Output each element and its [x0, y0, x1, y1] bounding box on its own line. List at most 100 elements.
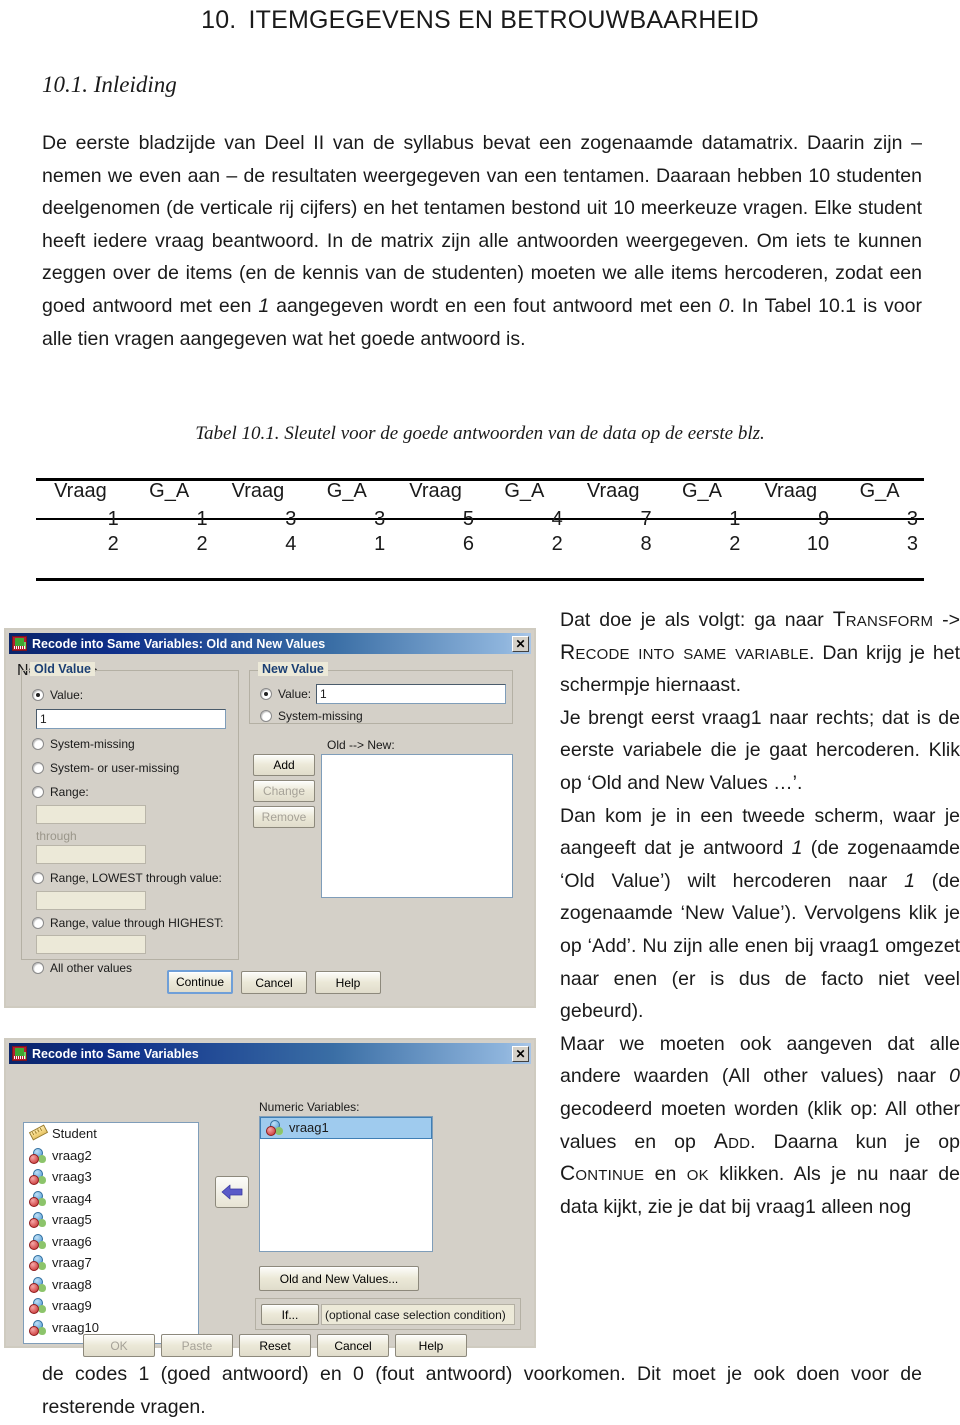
ok-button-label: OK	[110, 1338, 128, 1353]
old-range-highest-input[interactable]	[36, 935, 146, 954]
old-range-from-input[interactable]	[36, 805, 146, 824]
list-item[interactable]: vraag7	[24, 1252, 198, 1274]
add-button-label: Add	[273, 758, 295, 772]
document-page: 10. ITEMGEGEVENS EN BETROUWBAARHEID 10.1.…	[0, 0, 960, 1425]
move-variable-button[interactable]	[215, 1176, 249, 1208]
action-continue: Continue	[560, 1162, 645, 1186]
radio-knob-icon	[32, 872, 44, 884]
table-cell: 2	[551, 533, 563, 555]
new-value-group: New Value Value: 1 System-missing	[249, 662, 513, 724]
source-variable-list[interactable]: Student vraag2 vraag3 vraag4 vraag5 vraa…	[23, 1122, 199, 1344]
action-ok: ok	[686, 1162, 709, 1186]
radio-knob-icon	[260, 710, 272, 722]
old-range-lowest-input[interactable]	[36, 891, 146, 910]
spss-dialog-old-and-new-values: Recode into Same Variables: Old and New …	[4, 628, 536, 1008]
radio-old-range-lowest[interactable]: Range, LOWEST through value:	[32, 871, 222, 885]
list-item[interactable]: vraag8	[24, 1274, 198, 1296]
radio-knob-icon	[32, 689, 44, 701]
list-item[interactable]: vraag9	[24, 1295, 198, 1317]
radio-knob-icon	[32, 786, 44, 798]
radio-knob-icon	[32, 762, 44, 774]
table-cell: 5	[462, 508, 474, 530]
new-value-input[interactable]: 1	[316, 684, 506, 704]
continue-button[interactable]: Continue	[167, 970, 233, 994]
list-item[interactable]: vraag6	[24, 1231, 198, 1253]
close-icon[interactable]: ✕	[512, 635, 529, 652]
ok-button[interactable]: OK	[83, 1334, 155, 1357]
dialog-titlebar[interactable]: Recode into Same Variables: Old and New …	[9, 633, 531, 654]
radio-label: Range, value through HIGHEST:	[50, 916, 224, 930]
old-and-new-values-button[interactable]: Old and New Values...	[259, 1266, 419, 1291]
chapter-number: 10.	[201, 6, 237, 34]
cancel-button[interactable]: Cancel	[241, 971, 307, 994]
help-button[interactable]: Help	[315, 971, 381, 994]
table-cell: 3	[906, 533, 918, 555]
old-new-mapping-list[interactable]	[321, 754, 513, 898]
table-cell: 3	[285, 508, 297, 530]
spss-app-icon	[12, 1046, 27, 1061]
add-button[interactable]: Add	[253, 754, 315, 776]
continue-button-label: Continue	[175, 975, 225, 989]
radio-label: All other values	[50, 961, 133, 975]
table-cell: 7	[640, 508, 652, 530]
cancel-button-label: Cancel	[334, 1338, 372, 1353]
reset-button[interactable]: Reset	[239, 1334, 311, 1357]
radio-new-system-missing[interactable]: System-missing	[260, 709, 363, 723]
dialog-titlebar[interactable]: Recode into Same Variables ✕	[9, 1043, 531, 1064]
numeric-variables-list[interactable]: vraag1	[259, 1116, 433, 1252]
list-item[interactable]: vraag2	[24, 1145, 198, 1167]
column-header: G_A	[504, 480, 545, 502]
table-cell: 3	[906, 508, 918, 530]
column-header: Vraag	[586, 480, 640, 502]
column-header: G_A	[859, 480, 900, 502]
new-value-input-text: 1	[320, 687, 327, 701]
table-cell: 1	[729, 508, 741, 530]
column-header: Vraag	[231, 480, 285, 502]
variable-name: vraag9	[52, 1298, 92, 1314]
chapter-heading: 10. ITEMGEGEVENS EN BETROUWBAARHEID	[0, 6, 960, 35]
radio-knob-icon	[32, 738, 44, 750]
nominal-icon	[29, 1233, 46, 1250]
close-icon[interactable]: ✕	[512, 1045, 529, 1062]
old-value-input[interactable]: 1	[36, 709, 226, 729]
nominal-icon	[29, 1298, 46, 1315]
radio-knob-icon	[260, 688, 272, 700]
action-add: Add	[713, 1129, 751, 1153]
radio-new-value[interactable]: Value:	[260, 687, 311, 701]
paste-button[interactable]: Paste	[161, 1334, 233, 1357]
column-header: G_A	[326, 480, 367, 502]
list-item[interactable]: vraag5	[24, 1209, 198, 1231]
table-cell: 4	[551, 508, 563, 530]
dialog-title: Recode into Same Variables	[32, 1046, 199, 1061]
paste-button-label: Paste	[181, 1338, 213, 1353]
cancel-button[interactable]: Cancel	[317, 1334, 389, 1357]
table-cell: 3	[374, 508, 386, 530]
dialog-body: Student vraag2 vraag3 vraag4 vraag5 vraa…	[9, 1064, 531, 1357]
list-item[interactable]: Student	[24, 1123, 198, 1145]
radio-old-value[interactable]: Value:	[32, 688, 83, 702]
table-caption: Tabel 10.1. Sleutel voor de goede antwoo…	[195, 423, 765, 444]
scale-ruler-icon	[29, 1126, 46, 1141]
radio-old-system-missing[interactable]: System-missing	[32, 737, 135, 751]
variable-name: vraag7	[52, 1255, 92, 1271]
old-range-to-input[interactable]	[36, 845, 146, 864]
help-button-label: Help	[335, 975, 361, 990]
list-item[interactable]: vraag4	[24, 1188, 198, 1210]
radio-knob-icon	[32, 917, 44, 929]
remove-button[interactable]: Remove	[253, 806, 315, 828]
list-item[interactable]: vraag3	[24, 1166, 198, 1188]
radio-old-range[interactable]: Range:	[32, 785, 89, 799]
instr-p3: Dan kom je in een tweede scherm, waar je…	[560, 804, 960, 1023]
old-and-new-values-label: Old and New Values...	[279, 1271, 399, 1286]
radio-old-range-highest[interactable]: Range, value through HIGHEST:	[32, 916, 223, 930]
variable-name: vraag4	[52, 1190, 92, 1206]
help-button[interactable]: Help	[395, 1334, 467, 1357]
instr-p4: Maar we moeten ook aangeven dat alle and…	[560, 1032, 960, 1218]
variable-name: vraag3	[52, 1169, 92, 1185]
list-item-selected[interactable]: vraag1	[260, 1117, 432, 1139]
if-button[interactable]: If...	[261, 1304, 319, 1325]
radio-old-system-or-user-missing[interactable]: System- or user-missing	[32, 761, 179, 775]
help-button-label: Help	[418, 1338, 444, 1353]
radio-old-all-other-values[interactable]: All other values	[32, 961, 132, 975]
change-button[interactable]: Change	[253, 780, 315, 802]
